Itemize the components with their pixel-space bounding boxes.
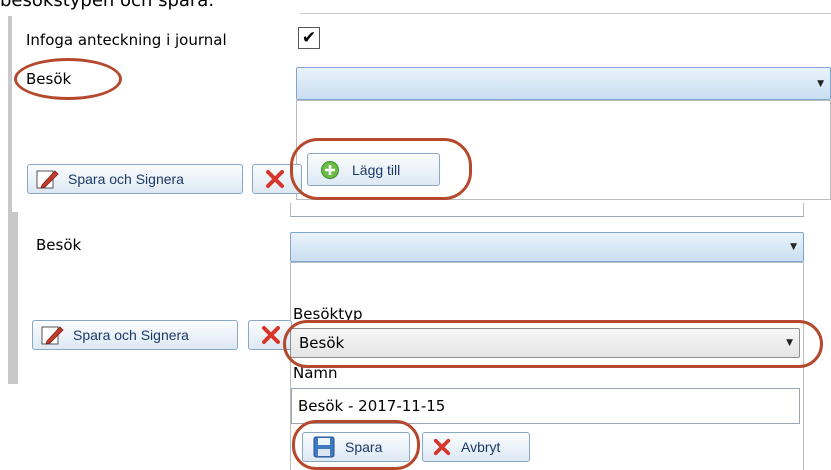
add-label: Lägg till [352,161,401,178]
upper-visit-label: Besök [26,70,72,88]
chevron-down-icon: ▼ [786,338,793,348]
chevron-down-icon: ▼ [790,242,797,252]
top-caption: besökstypen och spara. [0,0,215,11]
lower-left-border [8,212,18,384]
save-disk-icon [313,436,335,458]
add-button[interactable]: Lägg till [307,153,440,186]
lower-save-sign-button[interactable]: Spara och Signera [32,320,238,350]
name-input-value: Besök - 2017-11-15 [298,397,446,415]
lower-visit-label: Besök [36,236,82,254]
visit-type-label: Besöktyp [293,305,363,323]
lower-top-edge [290,203,804,217]
add-circle-icon [321,160,339,179]
name-label: Namn [293,364,338,382]
close-icon [262,326,280,344]
upper-visit-dropdown[interactable]: ▼ [296,67,831,100]
pencil-icon [41,326,64,345]
close-icon [433,438,451,456]
lower-visit-dropdown[interactable]: ▼ [290,232,804,262]
close-icon [266,170,284,188]
name-input[interactable]: Besök - 2017-11-15 [291,388,800,424]
pencil-icon [36,170,59,189]
save-button[interactable]: Spara [302,432,410,462]
visit-type-value: Besök [299,334,345,352]
lower-cancel-button[interactable] [248,320,292,350]
upper-top-border [300,13,831,14]
journal-label: Infoga anteckning i journal [26,31,227,49]
upper-save-sign-label: Spara och Signera [68,171,184,187]
save-label: Spara [345,439,383,455]
chevron-down-icon: ▼ [817,78,824,89]
upper-cancel-button[interactable] [252,164,302,194]
cancel-label: Avbryt [461,439,501,455]
lower-save-sign-label: Spara och Signera [73,327,189,343]
journal-checkbox[interactable]: ✔ [298,27,320,49]
upper-save-sign-button[interactable]: Spara och Signera [27,164,243,194]
checkmark-icon: ✔ [301,28,317,48]
cancel-button[interactable]: Avbryt [422,432,530,462]
upper-left-border [8,16,12,212]
visit-type-select[interactable]: Besök ▼ [290,328,800,358]
